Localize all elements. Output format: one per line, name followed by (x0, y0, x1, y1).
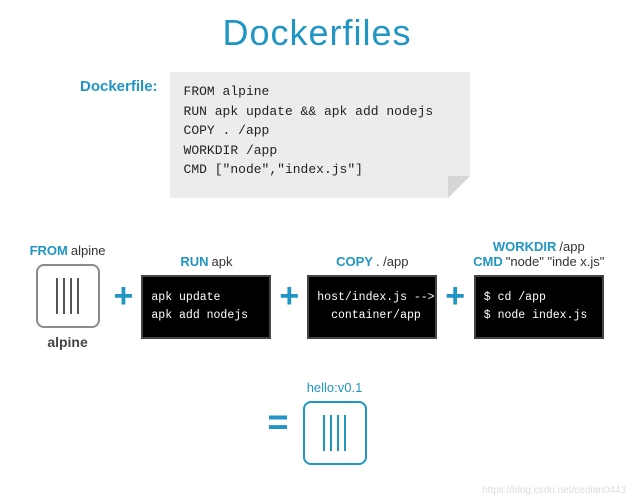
step-header: FROMalpine (30, 226, 106, 258)
term-line: container/app (317, 309, 421, 322)
terminal-box: $ cd /app $ node index.js (474, 275, 604, 339)
argument: . /app (376, 254, 409, 269)
keyword: COPY (336, 254, 373, 269)
step-run: RUN apk apk update apk add nodejs (141, 237, 271, 339)
keyword: FROM (30, 243, 68, 258)
argument: "node" "inde x.js" (506, 254, 605, 269)
page-fold-icon (448, 176, 470, 198)
plus-icon: + (112, 277, 136, 316)
code-line: COPY . /app (184, 121, 456, 141)
build-steps-row: FROMalpine alpine + RUNapk apk update ap… (0, 226, 634, 350)
layers-icon (303, 401, 367, 465)
term-line: apk add nodejs (151, 309, 248, 322)
result-image: hello:v0.1 (303, 380, 367, 465)
step-workdir-cmd: WORKDIR/app CMD"node" "inde x.js" $ cd /… (473, 237, 604, 339)
step-copy: COPY. /app host/index.js --> container/a… (307, 237, 437, 339)
code-line: CMD ["node","index.js"] (184, 160, 456, 180)
dockerfile-section: Dockerfile: FROM alpine RUN apk update &… (0, 72, 634, 198)
keyword: RUN (180, 254, 208, 269)
term-line: $ cd /app (484, 291, 546, 304)
result-row: = hello:v0.1 (0, 380, 634, 465)
terminal-box: apk update apk add nodejs (141, 275, 271, 339)
term-line: host/index.js --> (317, 291, 434, 304)
watermark: https://blog.csdn.net/cedian0443 (482, 485, 626, 496)
step-header: WORKDIR/app CMD"node" "inde x.js" (473, 237, 604, 269)
argument: /app (559, 239, 584, 254)
code-line: WORKDIR /app (184, 141, 456, 161)
equals-icon: = (267, 401, 288, 443)
code-line: RUN apk update && apk add nodejs (184, 102, 456, 122)
step-header: COPY. /app (336, 237, 408, 269)
icon-caption: alpine (47, 334, 87, 350)
result-label: hello:v0.1 (307, 380, 363, 395)
dockerfile-label: Dockerfile: (80, 78, 158, 95)
terminal-box: host/index.js --> container/app (307, 275, 437, 339)
layers-icon (36, 264, 100, 328)
argument: alpine (71, 243, 106, 258)
keyword: WORKDIR (493, 239, 557, 254)
term-line: $ node index.js (484, 309, 588, 322)
term-line: apk update (151, 291, 220, 304)
step-from: FROMalpine alpine (30, 226, 106, 350)
keyword: CMD (473, 254, 503, 269)
argument: apk (212, 254, 233, 269)
plus-icon: + (277, 277, 301, 316)
dockerfile-code: FROM alpine RUN apk update && apk add no… (170, 72, 470, 198)
plus-icon: + (443, 277, 467, 316)
step-header: RUN apk (180, 237, 232, 269)
code-line: FROM alpine (184, 82, 456, 102)
page-title: Dockerfiles (0, 0, 634, 54)
